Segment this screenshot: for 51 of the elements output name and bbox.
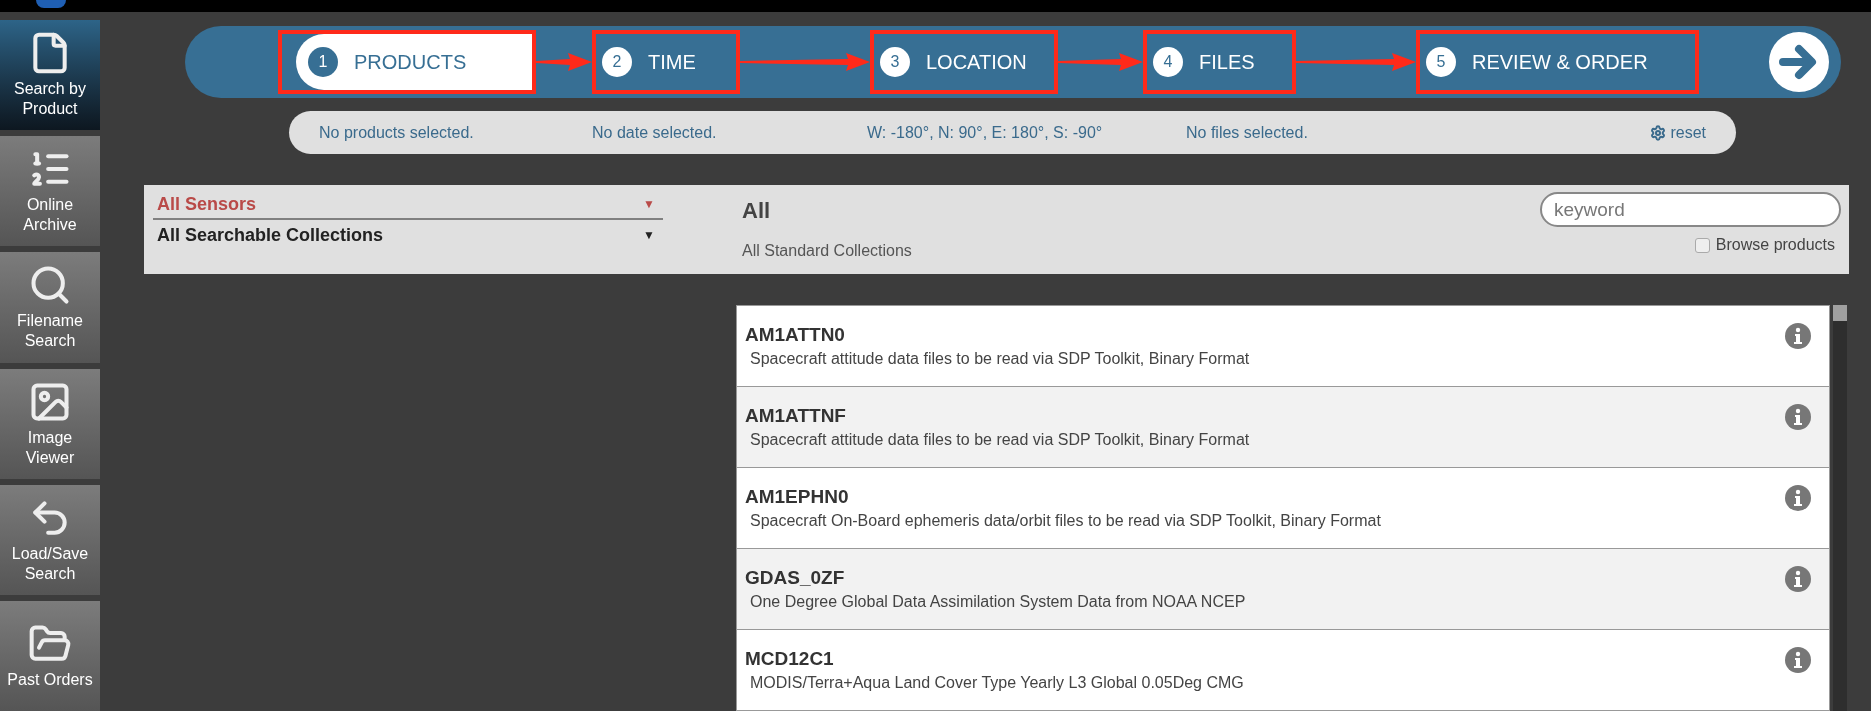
step-tab[interactable]: 4 FILES	[1143, 30, 1296, 94]
step-tab[interactable]: 3 LOCATION	[870, 30, 1058, 94]
date-summary: No date selected.	[592, 122, 718, 143]
browse-products-label: Browse products	[1715, 235, 1835, 255]
product-name: AM1EPHN0	[745, 485, 850, 509]
gears-icon	[1650, 124, 1667, 141]
step-number: 2	[602, 47, 632, 77]
product-name: AM1ATTNF	[745, 404, 847, 428]
step-number: 1	[308, 47, 338, 77]
scrollbar-thumb[interactable]	[1833, 305, 1847, 321]
sidebar-item[interactable]: Filename Search	[0, 252, 100, 363]
right-arrow-icon	[1779, 44, 1819, 80]
collection-subheading: All Standard Collections	[742, 241, 913, 261]
sidebar-item[interactable]: Image Viewer	[0, 368, 100, 479]
keyword-field[interactable]: keyword	[1540, 192, 1841, 227]
step-number: 5	[1426, 47, 1456, 77]
location-summary: W: -180°, N: 90°, E: 180°, S: -90°	[867, 122, 1104, 143]
step-number: 3	[880, 47, 910, 77]
info-icon[interactable]	[1785, 323, 1811, 349]
product-name: AM1ATTN0	[745, 323, 846, 347]
browse-checkbox[interactable]	[1694, 237, 1710, 253]
sidebar-item[interactable]: Past Orders	[0, 600, 100, 711]
info-icon[interactable]	[1785, 566, 1811, 592]
collection-dropdown[interactable]: All Searchable Collections ▼	[153, 220, 663, 250]
annotation-arrow	[536, 52, 592, 72]
next-button[interactable]	[1769, 32, 1829, 92]
product-name: GDAS_0ZF	[745, 566, 846, 590]
sidebar-item[interactable]: Load/Save Search	[0, 484, 100, 595]
step-number: 4	[1153, 47, 1183, 77]
info-icon[interactable]	[1785, 485, 1811, 511]
step-tab[interactable]: 2 TIME	[592, 30, 740, 94]
product-description: Spacecraft On-Board ephemeris data/orbit files to be read via SDP Toolkit, Binary Format	[749, 511, 1382, 531]
logo-icon	[36, 0, 66, 8]
product-description: MODIS/Terra+Aqua Land Cover Type Yearly L3 Global 0.05Deg CMG	[749, 673, 1245, 693]
product-row[interactable]: GDAS_0ZF One Degree Global Data Assimilation System Data from NOAA NCEP	[737, 549, 1829, 630]
products-summary: No products selected.	[319, 122, 475, 143]
files-summary: No files selected.	[1186, 122, 1309, 143]
collection-heading: All	[742, 197, 772, 225]
info-icon[interactable]	[1785, 647, 1811, 673]
product-name: MCD12C1	[745, 647, 835, 671]
sensor-dropdown[interactable]: All Sensors ▼	[153, 190, 663, 220]
product-description: Spacecraft attitude data files to be read via SDP Toolkit, Binary Format	[749, 349, 1251, 369]
info-icon[interactable]	[1785, 404, 1811, 430]
reset-link[interactable]: reset	[1650, 120, 1706, 145]
step-tab[interactable]: 1 PRODUCTS	[278, 30, 536, 94]
sidebar-item[interactable]: Online Archive	[0, 136, 100, 247]
product-description: Spacecraft attitude data files to be read via SDP Toolkit, Binary Format	[749, 430, 1251, 450]
sidebar-item[interactable]: Search by Product	[0, 20, 100, 131]
product-description: One Degree Global Data Assimilation System Data from NOAA NCEP	[749, 592, 1247, 612]
product-row[interactable]: AM1ATTNF Spacecraft attitude data files to be read via SDP Toolkit, Binary Format	[737, 387, 1829, 468]
step-tab[interactable]: 5 REVIEW & ORDER	[1416, 30, 1699, 94]
